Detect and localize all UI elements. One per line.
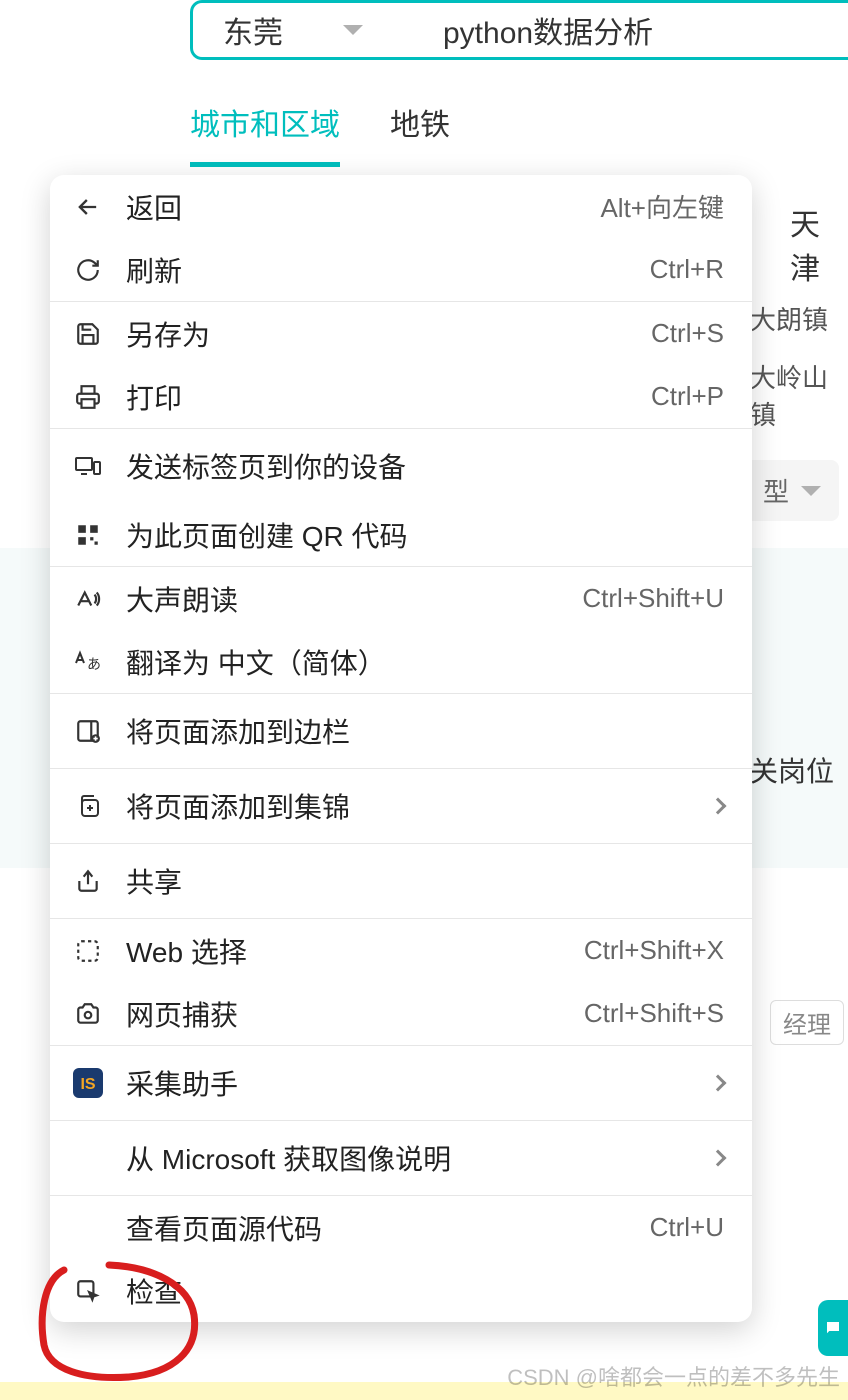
bg-district-2: 大岭山镇 [750,358,848,432]
chevron-down-icon [801,486,821,496]
menu-web-capture[interactable]: 网页捕获 Ctrl+Shift+S [50,982,752,1045]
menu-web-select[interactable]: Web 选择 Ctrl+Shift+X [50,919,752,982]
menu-refresh[interactable]: 刷新 Ctrl+R [50,238,752,301]
city-label: 东莞 [223,8,283,52]
search-input[interactable]: python数据分析 [443,8,653,52]
bg-filter-dropdown[interactable]: 型 [745,460,839,521]
tab-metro[interactable]: 地铁 [390,100,450,167]
read-aloud-icon [72,583,104,615]
menu-add-collection[interactable]: 将页面添加到集锦 [50,769,752,843]
menu-collector[interactable]: IS 采集助手 [50,1046,752,1120]
menu-read-aloud[interactable]: 大声朗读 Ctrl+Shift+U [50,567,752,630]
bg-tag: 经理 [770,1000,844,1045]
chevron-down-icon [343,25,363,35]
devices-icon [72,450,104,482]
web-select-icon [72,935,104,967]
menu-save-as[interactable]: 另存为 Ctrl+S [50,302,752,365]
menu-label: 打印 [126,377,651,417]
menu-send-tab[interactable]: 发送标签页到你的设备 [50,429,752,503]
menu-ms-image[interactable]: 从 Microsoft 获取图像说明 [50,1121,752,1195]
chevron-right-icon [710,1150,727,1167]
menu-label: 发送标签页到你的设备 [126,446,724,486]
menu-shortcut: Ctrl+Shift+U [582,583,724,614]
camera-icon [72,998,104,1030]
search-bar: 东莞 python数据分析 [190,0,848,60]
menu-label: 大声朗读 [126,579,582,619]
menu-back[interactable]: 返回 Alt+向左键 [50,175,752,238]
menu-label: 另存为 [126,314,651,354]
sidebar-icon [72,715,104,747]
menu-view-source[interactable]: 查看页面源代码 Ctrl+U [50,1196,752,1259]
bg-job-text: 关岗位 [750,750,834,790]
refresh-icon [72,254,104,286]
tabs: 城市和区域 地铁 [190,100,450,167]
menu-label: 返回 [126,187,600,227]
menu-label: 将页面添加到集锦 [126,786,712,826]
inspect-icon [72,1275,104,1307]
share-icon [72,865,104,897]
menu-shortcut: Ctrl+U [650,1212,724,1243]
menu-label: 网页捕获 [126,994,584,1034]
menu-label: 采集助手 [126,1063,712,1103]
print-icon [72,381,104,413]
collection-icon [72,790,104,822]
menu-label: 共享 [126,861,724,901]
menu-shortcut: Ctrl+Shift+X [584,935,724,966]
svg-text:IS: IS [80,1076,95,1093]
qr-icon [72,519,104,551]
menu-label: 查看页面源代码 [126,1208,650,1248]
menu-print[interactable]: 打印 Ctrl+P [50,365,752,428]
translate-icon: あ [72,646,104,678]
filter-label: 型 [763,472,789,509]
svg-text:あ: あ [87,656,101,672]
menu-inspect[interactable]: 检查 [50,1259,752,1322]
menu-shortcut: Ctrl+P [651,381,724,412]
menu-label: 从 Microsoft 获取图像说明 [126,1138,712,1178]
menu-add-sidebar[interactable]: 将页面添加到边栏 [50,694,752,768]
chat-button[interactable] [818,1300,848,1356]
city-selector[interactable]: 东莞 [193,8,393,52]
menu-translate[interactable]: あ 翻译为 中文（简体） [50,630,752,693]
menu-label: Web 选择 [126,931,584,971]
context-menu: 返回 Alt+向左键 刷新 Ctrl+R 另存为 Ctrl+S 打印 Ctrl+… [50,175,752,1322]
arrow-left-icon [72,191,104,223]
bg-district-1: 大朗镇 [750,300,828,337]
menu-label: 翻译为 中文（简体） [126,642,724,682]
bg-city-partial: 天津 [790,200,848,288]
menu-label: 将页面添加到边栏 [126,711,724,751]
menu-shortcut: Ctrl+R [650,254,724,285]
menu-label: 为此页面创建 QR 代码 [126,515,724,555]
collector-ext-icon: IS [72,1067,104,1099]
chevron-right-icon [710,798,727,815]
menu-share[interactable]: 共享 [50,844,752,918]
watermark: CSDN @啥都会一点的差不多先生 [507,1360,840,1392]
menu-qr[interactable]: 为此页面创建 QR 代码 [50,503,752,566]
menu-label: 刷新 [126,250,650,290]
save-icon [72,318,104,350]
chevron-right-icon [710,1075,727,1092]
menu-shortcut: Ctrl+S [651,318,724,349]
menu-shortcut: Alt+向左键 [600,188,724,225]
tab-city-region[interactable]: 城市和区域 [190,100,340,167]
menu-shortcut: Ctrl+Shift+S [584,998,724,1029]
menu-label: 检查 [126,1271,724,1311]
